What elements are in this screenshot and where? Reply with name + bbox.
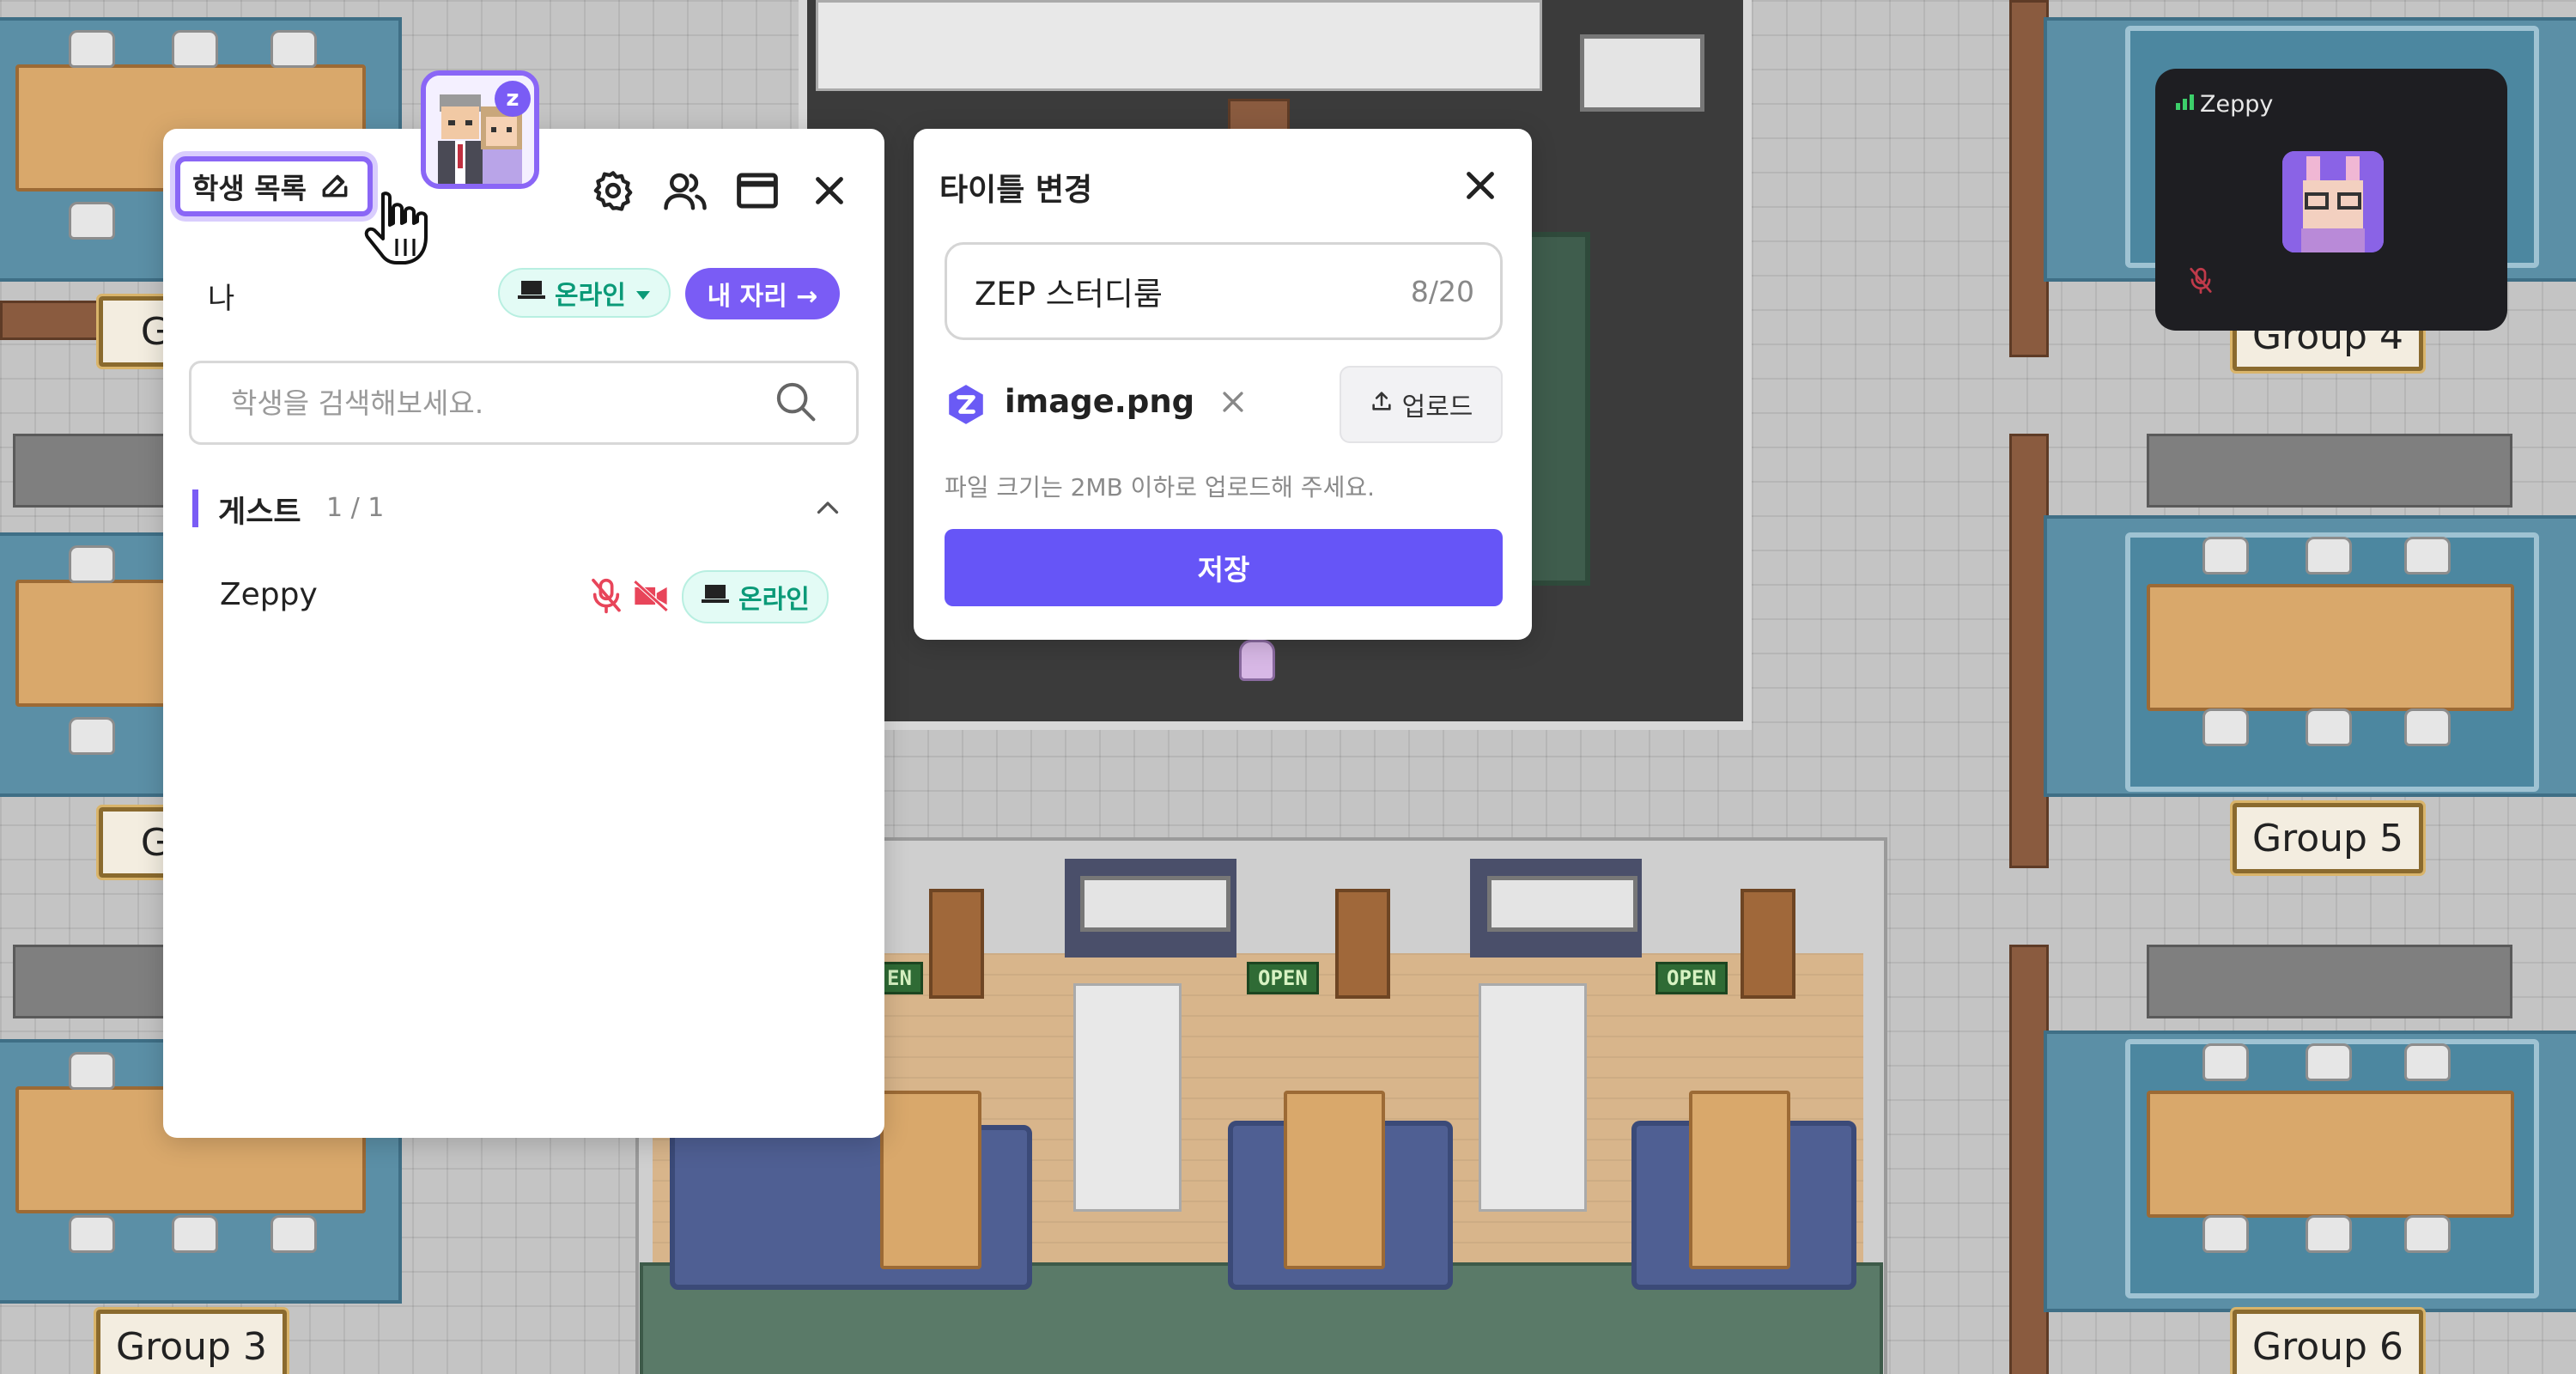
chair — [172, 1215, 218, 1253]
mic-off-icon — [589, 577, 623, 618]
video-tile[interactable]: Zeppy — [2155, 69, 2507, 331]
chair — [2404, 708, 2451, 746]
chair — [2306, 708, 2352, 746]
hand-pointer-icon — [359, 187, 441, 280]
title-input-box[interactable]: 8/20 — [945, 242, 1503, 340]
chair — [2202, 537, 2249, 575]
modal-title: 타이틀 변경 — [939, 173, 1093, 208]
upload-label: 업로드 — [1401, 392, 1473, 423]
close-icon[interactable] — [804, 165, 855, 216]
chair — [270, 1215, 317, 1253]
file-size-hint: 파일 크기는 2MB 이하로 업로드해 주세요. — [945, 473, 1375, 502]
search-input[interactable] — [229, 385, 772, 421]
signal-icon — [2176, 94, 2194, 110]
study-table — [2147, 1091, 2514, 1218]
chair — [2202, 1043, 2249, 1081]
chevron-up-icon[interactable] — [812, 493, 843, 527]
caret-down-icon — [635, 278, 652, 308]
section-count: 1 / 1 — [326, 493, 385, 523]
user-status-badge: 온라인 — [682, 570, 829, 623]
cafe-table — [880, 1091, 981, 1269]
video-user-name: Zeppy — [2200, 91, 2274, 118]
chair — [69, 1215, 115, 1253]
cafe-table — [1689, 1091, 1790, 1269]
cafe-table — [1284, 1091, 1385, 1269]
floor-strip — [2147, 945, 2512, 1018]
chair — [2306, 1043, 2352, 1081]
camera-off-icon — [632, 579, 670, 617]
list-item[interactable]: Zeppy 온라인 — [163, 558, 884, 635]
upload-button[interactable]: 업로드 — [1340, 366, 1503, 443]
bookshelf — [929, 889, 984, 999]
my-status-dropdown[interactable]: 온라인 — [498, 268, 671, 318]
bookshelf — [1335, 889, 1390, 999]
whiteboard — [1487, 876, 1637, 932]
pencil-edit-icon[interactable] — [319, 168, 351, 204]
file-name: image.png — [1005, 383, 1195, 420]
title-input[interactable] — [973, 271, 1411, 311]
bookshelf — [1741, 889, 1795, 999]
zep-logo-icon: z — [495, 81, 531, 117]
char-counter: 8/20 — [1410, 274, 1474, 308]
mic-off-icon — [2188, 266, 2214, 299]
file-row: image.png 업로드 — [945, 366, 1503, 443]
chair — [2404, 1043, 2451, 1081]
search-icon[interactable] — [772, 378, 818, 428]
room-wall — [816, 0, 1542, 91]
laptop-icon — [517, 278, 546, 308]
chair — [2202, 1215, 2249, 1253]
whiteboard — [1580, 34, 1704, 112]
gear-icon[interactable] — [587, 165, 639, 216]
chair — [2306, 537, 2352, 575]
sofa — [1479, 983, 1587, 1212]
chair — [270, 30, 317, 68]
whiteboard — [1080, 876, 1230, 932]
open-sign: OPEN — [1656, 962, 1728, 994]
player-character — [1239, 640, 1275, 681]
section-accent-bar — [192, 489, 198, 527]
chair — [2202, 708, 2249, 746]
chair — [69, 30, 115, 68]
student-search[interactable] — [189, 361, 859, 445]
zep-logo-icon — [945, 383, 987, 429]
my-seat-label: 내 자리 → — [707, 282, 818, 312]
chair — [2306, 1215, 2352, 1253]
save-button[interactable]: 저장 — [945, 529, 1503, 606]
title-change-modal: 타이틀 변경 8/20 image.png 업로 — [914, 129, 1532, 640]
avatar — [2282, 151, 2384, 252]
open-sign: OPEN — [1247, 962, 1319, 994]
chair — [69, 1052, 115, 1090]
user-name: Zeppy — [220, 577, 318, 612]
chair — [172, 30, 218, 68]
upload-icon — [1370, 389, 1394, 420]
sofa — [1073, 983, 1182, 1212]
laptop-icon — [701, 582, 730, 612]
group-sign-5: Group 5 — [2230, 800, 2426, 876]
chair — [69, 202, 115, 240]
student-list-panel: 학생 목록 나 온라인 내 자리 → 학생을 검색해보세요. 게스트 1 / 1… — [163, 129, 884, 1138]
section-title: 게스트 — [218, 495, 301, 530]
group-sign-6: Group 6 — [2230, 1307, 2426, 1374]
my-seat-button[interactable]: 내 자리 → — [685, 268, 840, 319]
my-status-label: 온라인 — [555, 281, 626, 311]
study-table — [2147, 584, 2514, 711]
group-sign-3: Group 3 — [94, 1307, 289, 1374]
me-label: 나 — [208, 282, 235, 316]
panel-title-editable[interactable]: 학생 목록 — [175, 156, 373, 216]
chair — [2404, 1215, 2451, 1253]
window-icon[interactable] — [732, 165, 783, 216]
close-icon[interactable] — [1455, 160, 1506, 211]
chair — [2404, 537, 2451, 575]
users-icon[interactable] — [659, 165, 711, 216]
avatar: z — [421, 70, 539, 189]
remove-file-icon[interactable] — [1212, 381, 1254, 423]
chair — [69, 545, 115, 583]
panel-title: 학생 목록 — [192, 172, 307, 205]
user-status-label: 온라인 — [738, 585, 810, 615]
chair — [69, 717, 115, 755]
floor-strip — [2147, 434, 2512, 508]
